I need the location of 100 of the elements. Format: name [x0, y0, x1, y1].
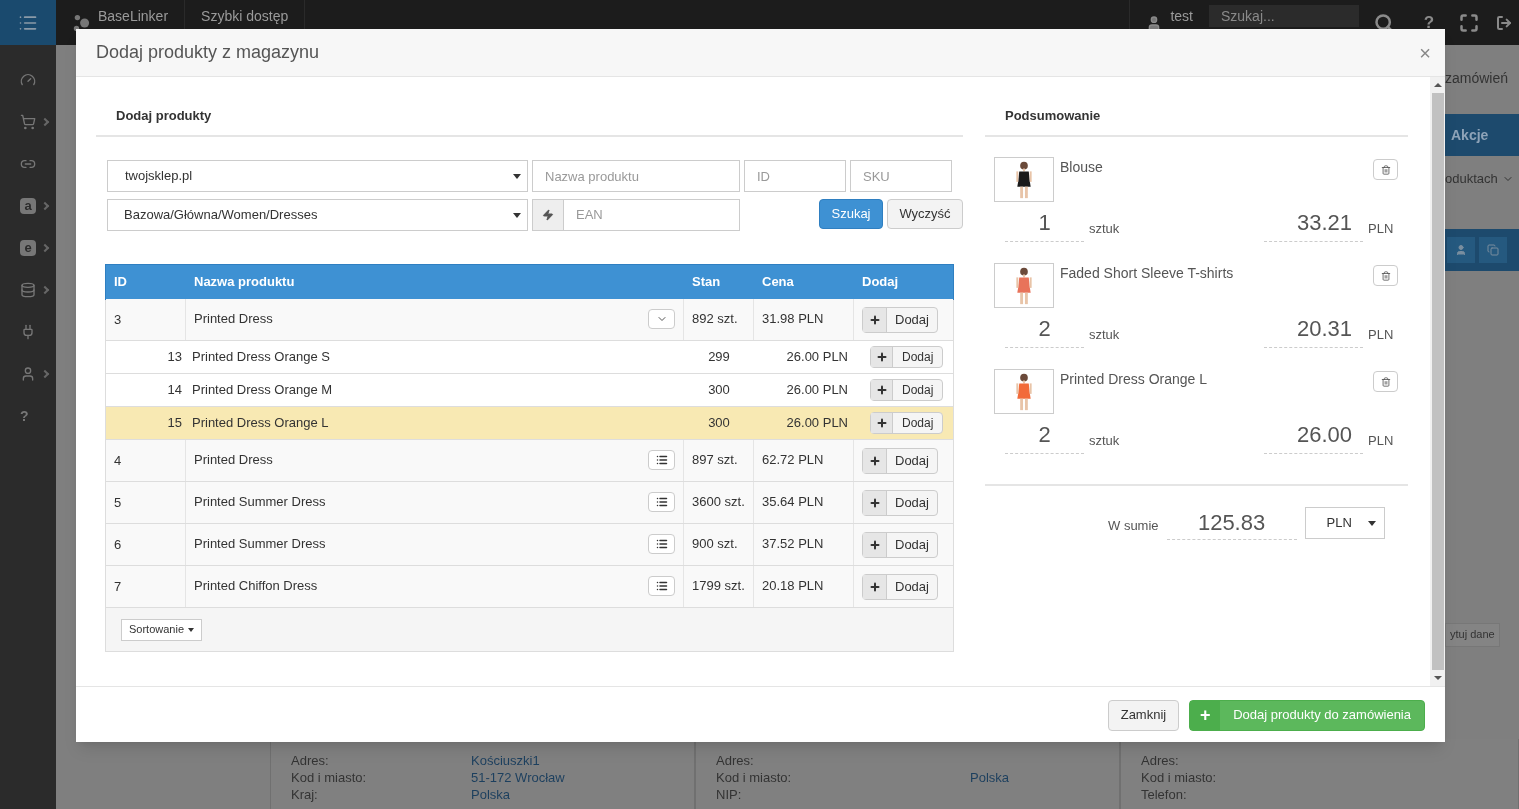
plus-icon — [875, 417, 888, 429]
summary-product-name: Faded Short Sleeve T-shirts — [1060, 264, 1235, 283]
product-row[interactable]: 4 Printed Dress 897 szt. 62.72 PLN Dodaj — [106, 440, 953, 482]
currency-label: PLN — [1368, 219, 1395, 238]
product-row[interactable]: 6 Printed Summer Dress 900 szt. 37.52 PLN Dodaj — [106, 524, 953, 566]
field-label: Adres: — [1141, 753, 1180, 770]
quantity-field[interactable]: 1 — [1005, 206, 1084, 242]
product-row[interactable]: 5 Printed Summer Dress 3600 szt. 35.64 PLN Dodaj — [106, 482, 953, 524]
unit-label: sztuk — [1089, 325, 1120, 344]
clear-button[interactable]: Wyczyść — [887, 199, 963, 229]
logo-icon — [72, 13, 90, 32]
table-cell: 31.98 PLN — [762, 311, 824, 326]
table-cell-text: Printed Summer Dress — [194, 493, 326, 511]
gauge-icon — [20, 72, 36, 88]
brand-name: BaseLinker — [98, 7, 169, 24]
actions-header: Akcje — [1445, 114, 1519, 156]
table-cell: 3600 szt. — [692, 494, 745, 509]
id-field[interactable]: ID — [744, 160, 846, 192]
sku-field[interactable]: SKU — [850, 160, 952, 192]
total-label: W sumie — [1108, 517, 1159, 536]
quantity-field[interactable]: 2 — [1005, 418, 1084, 454]
add-button[interactable]: Dodaj — [862, 574, 938, 600]
ean-field[interactable]: EAN — [564, 199, 740, 231]
price-field[interactable]: 33.21 — [1264, 206, 1363, 242]
delete-button[interactable] — [1373, 371, 1398, 392]
field-label: Kod i miasto: — [716, 770, 793, 787]
help-icon: ? — [20, 408, 29, 424]
sort-button[interactable]: Sortowanie — [121, 618, 203, 641]
table-cell: 35.64 PLN — [762, 494, 824, 509]
close-button[interactable]: Zamknij — [1107, 699, 1180, 731]
scrollbar[interactable] — [1430, 77, 1445, 686]
table-cell: Printed Dress Orange S — [192, 349, 330, 365]
table-cell: 14 — [167, 382, 182, 398]
table-cell: 1799 szt. — [692, 578, 745, 593]
column-header: Stan — [691, 273, 722, 292]
field-value: Polska — [970, 770, 1010, 787]
add-button[interactable]: Dodaj — [862, 490, 938, 516]
column-header: Cena — [761, 273, 795, 292]
table-cell: Printed Dress Orange M — [192, 382, 333, 398]
currency-select[interactable]: PLN — [1304, 507, 1385, 539]
list-icon — [655, 454, 668, 466]
table-cell: 900 szt. — [692, 536, 738, 551]
plus-icon — [868, 581, 881, 593]
list-toggle[interactable] — [648, 450, 675, 470]
summary-product-name: Printed Dress Orange L — [1060, 370, 1209, 389]
quantity-field[interactable]: 2 — [1005, 312, 1084, 348]
field-label: Kod i miasto: — [1141, 770, 1218, 787]
edit-button[interactable]: ytuj dane — [1445, 622, 1500, 647]
delete-button[interactable] — [1373, 159, 1398, 180]
add-button[interactable]: Dodaj — [870, 412, 944, 434]
add-button[interactable]: Dodaj — [870, 346, 944, 368]
currency-label: PLN — [1368, 325, 1395, 344]
plus-icon — [875, 384, 888, 396]
store-select[interactable]: twojsklep.pl — [107, 160, 528, 192]
plus-icon — [868, 314, 881, 326]
field-label: Adres: — [716, 753, 755, 770]
unit-label: sztuk — [1089, 219, 1120, 238]
table-cell: 300 — [708, 382, 730, 398]
table-cell: 62.72 PLN — [762, 452, 824, 467]
table-cell-text: Printed Dress — [194, 451, 273, 469]
user-icon[interactable] — [1455, 243, 1467, 256]
list-toggle[interactable] — [648, 492, 675, 512]
search-field[interactable]: Szukaj... — [1209, 5, 1359, 27]
product-name-field[interactable]: Nazwa produktu — [532, 160, 740, 192]
table-cell: 13 — [167, 349, 182, 365]
currency-label: PLN — [1368, 431, 1395, 450]
table-cell: 4 — [114, 453, 122, 468]
list-toggle[interactable] — [648, 576, 675, 596]
table-cell: 3 — [114, 312, 122, 327]
summary-product-name: Blouse — [1060, 158, 1104, 177]
price-field[interactable]: 20.31 — [1264, 312, 1363, 348]
trash-icon — [1380, 376, 1391, 387]
unit-label: sztuk — [1089, 431, 1120, 450]
table-cell: 897 szt. — [692, 452, 738, 467]
fullscreen-icon[interactable] — [1459, 12, 1479, 33]
variant-row[interactable]: 15 Printed Dress Orange L 300 26.00 PLN Dodaj — [106, 407, 953, 440]
field-value: Kościuszki1 — [471, 753, 540, 770]
total-value: 125.83 — [1166, 506, 1297, 540]
product-row[interactable]: 7 Printed Chiffon Dress 1799 szt. 20.18 PLN Dodaj — [106, 566, 953, 608]
logout-icon[interactable] — [1496, 14, 1512, 31]
product-row[interactable]: 3 Printed Dress 892 szt. 31.98 PLN Dodaj — [106, 299, 953, 341]
add-button[interactable]: Dodaj — [862, 307, 938, 333]
category-select[interactable]: Bazowa/Główna/Women/Dresses — [107, 199, 528, 231]
cart-icon — [20, 114, 36, 130]
table-cell: 6 — [114, 537, 122, 552]
list-toggle[interactable] — [648, 534, 675, 554]
price-field[interactable]: 26.00 — [1264, 418, 1363, 454]
expand-toggle[interactable] — [648, 309, 675, 329]
add-button[interactable]: Dodaj — [862, 448, 938, 474]
table-cell: 7 — [114, 579, 122, 594]
field-label: Adres: — [291, 753, 330, 770]
add-button[interactable]: Dodaj — [862, 532, 938, 558]
column-header: Dodaj — [861, 273, 900, 292]
section-title: Dodaj produkty — [116, 106, 212, 125]
table-cell: 26.00 PLN — [786, 382, 848, 398]
menu-button[interactable] — [0, 0, 56, 45]
copy-icon[interactable] — [1487, 243, 1499, 256]
add-button[interactable]: Dodaj — [870, 379, 944, 401]
delete-button[interactable] — [1373, 265, 1398, 286]
field-label: Kraj: — [291, 787, 319, 804]
